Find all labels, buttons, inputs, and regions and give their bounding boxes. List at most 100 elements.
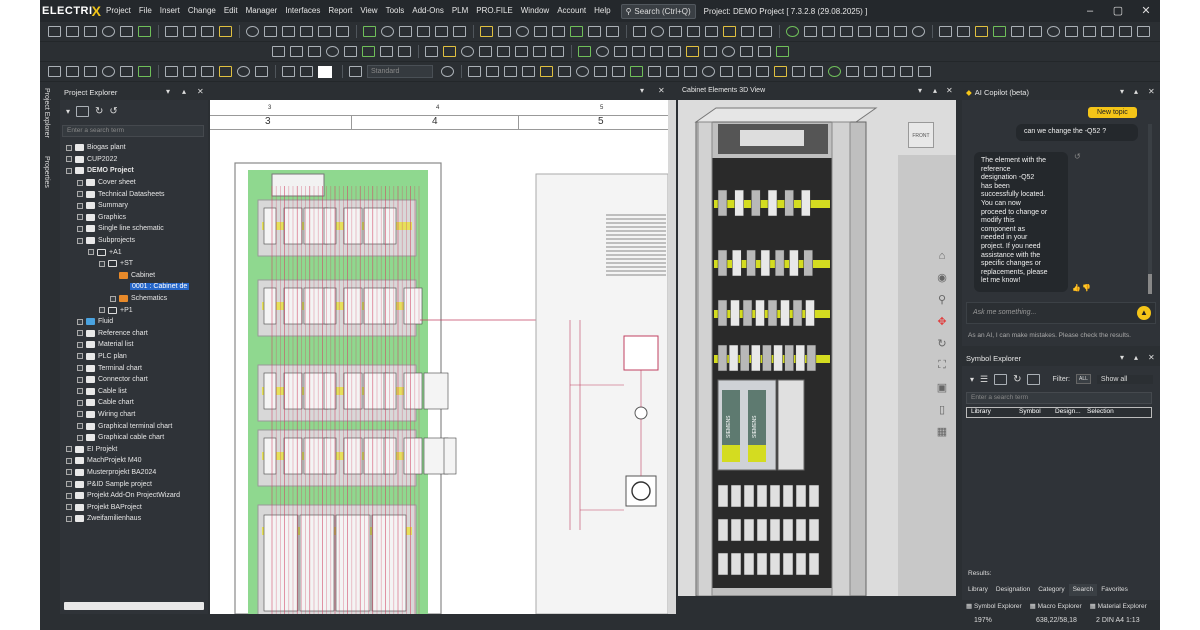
toolbar-tool-icon[interactable] — [822, 26, 835, 37]
tree-item[interactable]: +A1 — [62, 246, 204, 258]
side-tab-project-explorer[interactable]: Project Explorer — [43, 88, 50, 138]
expand-toggle-icon[interactable] — [77, 376, 83, 383]
home-icon[interactable]: ⌂ — [939, 250, 946, 262]
toolbar-tool-icon[interactable] — [551, 46, 564, 57]
toolbar-tool-icon[interactable] — [102, 66, 115, 77]
schematic-canvas[interactable]: 3 4 5 3 4 5 — [210, 100, 676, 614]
thumbs-down-icon[interactable]: 👎 — [1082, 284, 1091, 292]
dropdown-icon[interactable]: ▾ — [1120, 84, 1124, 100]
tree-item[interactable]: Subprojects — [62, 235, 204, 247]
toolbar-tool-icon[interactable] — [540, 66, 553, 77]
toolbar-tool-icon[interactable] — [705, 26, 718, 37]
toolbar-tool-icon[interactable] — [255, 66, 268, 77]
dropdown-arrow-icon[interactable]: ▾ — [970, 375, 974, 384]
tree-item[interactable]: +ST — [62, 258, 204, 270]
toolbar-tool-icon[interactable] — [576, 66, 589, 77]
toolbar-tool-icon[interactable] — [237, 66, 250, 77]
toolbar-tool-icon[interactable] — [666, 66, 679, 77]
layers-icon[interactable]: ▦ — [937, 425, 947, 438]
menu-add-ons[interactable]: Add-Ons — [408, 0, 448, 22]
expand-toggle-icon[interactable] — [66, 481, 72, 488]
tree-item[interactable]: Single line schematic — [62, 223, 204, 235]
expand-toggle-icon[interactable] — [66, 167, 72, 174]
tree-item[interactable]: Schematics — [62, 293, 204, 305]
vertical-scrollbar[interactable] — [668, 100, 676, 614]
tab-favorites[interactable]: Favorites — [1097, 584, 1132, 596]
toolbar-tool-icon[interactable] — [650, 46, 663, 57]
toolbar-tool-icon[interactable] — [435, 26, 448, 37]
expand-toggle-icon[interactable] — [77, 237, 83, 244]
toolbar-tool-icon[interactable] — [219, 26, 232, 37]
tree-item[interactable]: P&ID Sample project — [62, 478, 204, 490]
toolbar-tool-icon[interactable] — [183, 26, 196, 37]
toolbar-tool-icon[interactable] — [516, 26, 529, 37]
menu-help[interactable]: Help — [590, 0, 614, 22]
symbol-search-input[interactable]: Enter a search term — [966, 392, 1152, 404]
close-tab-icon[interactable]: ✕ — [658, 86, 665, 95]
close-panel-icon[interactable]: ✕ — [1148, 350, 1155, 366]
toolbar-tool-icon[interactable] — [723, 26, 736, 37]
tree-item[interactable]: Wiring chart — [62, 409, 204, 421]
refresh-icon[interactable]: ↻ — [1013, 374, 1021, 385]
expand-toggle-icon[interactable] — [77, 388, 83, 395]
thumbs-up-icon[interactable]: 👍 — [1072, 284, 1081, 292]
close-panel-icon[interactable]: ✕ — [197, 84, 204, 100]
toolbar-tool-icon[interactable] — [704, 46, 717, 57]
toolbar-tool-icon[interactable] — [722, 46, 735, 57]
toolbar-tool-icon[interactable] — [912, 26, 925, 37]
cabinet-3d-viewport[interactable]: SIEMENS SIEMENS FRONT ⌂ ◉ ⚲ ✥ ↻ ⛶ ▣ ▯ ▦ — [678, 100, 956, 596]
toolbar-tool-icon[interactable] — [84, 66, 97, 77]
toolbar-tool-icon[interactable] — [686, 46, 699, 57]
toolbar-tool-icon[interactable] — [648, 66, 661, 77]
toolbar-tool-icon[interactable] — [792, 66, 805, 77]
toolbar-tool-icon[interactable] — [614, 46, 627, 57]
toolbar-tool-icon[interactable] — [349, 66, 362, 77]
pin-icon[interactable]: ▴ — [1134, 84, 1138, 100]
rotate-icon[interactable]: ↻ — [937, 337, 946, 350]
toolbar-tool-icon[interactable] — [102, 26, 115, 37]
save-view-icon[interactable]: ▣ — [937, 381, 947, 394]
expand-toggle-icon[interactable] — [66, 446, 72, 453]
expand-toggle-icon[interactable] — [88, 249, 94, 256]
filter-select[interactable]: Show all — [1096, 374, 1153, 384]
toolbar-tool-icon[interactable] — [1137, 26, 1150, 37]
column-header-selection[interactable]: Selection — [1087, 408, 1114, 415]
maximize-icon[interactable]: ▢ — [1104, 0, 1132, 22]
expand-toggle-icon[interactable] — [66, 469, 72, 476]
toolbar-tool-icon[interactable] — [882, 66, 895, 77]
toolbar-tool-icon[interactable] — [399, 26, 412, 37]
toolbar-tool-icon[interactable] — [720, 66, 733, 77]
toolbar-tool-icon[interactable] — [1047, 26, 1060, 37]
toolbar-tool-icon[interactable] — [1119, 26, 1132, 37]
toolbar-tool-icon[interactable] — [398, 46, 411, 57]
expand-toggle-icon[interactable] — [77, 341, 83, 348]
toolbar-tool-icon[interactable] — [165, 26, 178, 37]
toolbar-tool-icon[interactable] — [165, 66, 178, 77]
tree-item[interactable]: Cable chart — [62, 397, 204, 409]
toolbar-tool-icon[interactable] — [894, 26, 907, 37]
fill-color-swatch[interactable] — [318, 65, 332, 78]
toolbar-tool-icon[interactable] — [497, 46, 510, 57]
expand-toggle-icon[interactable] — [99, 307, 105, 314]
project-search-input[interactable]: Enter a search term — [62, 125, 204, 137]
dropdown-arrow-icon[interactable]: ▾ — [66, 107, 70, 116]
toolbar-tool-icon[interactable] — [612, 66, 625, 77]
menu-view[interactable]: View — [356, 0, 381, 22]
toolbar-tool-icon[interactable] — [84, 26, 97, 37]
toolbar-tool-icon[interactable] — [504, 66, 517, 77]
chat-input[interactable]: Ask me something... ▲ — [966, 302, 1156, 324]
toolbar-tool-icon[interactable] — [588, 26, 601, 37]
expand-toggle-icon[interactable] — [66, 504, 72, 511]
tree-item[interactable]: Graphical terminal chart — [62, 420, 204, 432]
toolbar-tool-icon[interactable] — [774, 66, 787, 77]
tree-item[interactable]: 0001 : Cabinet de — [62, 281, 204, 293]
pin-icon[interactable]: ▴ — [1134, 350, 1138, 366]
toolbar-tool-icon[interactable] — [1101, 26, 1114, 37]
dropdown-icon[interactable]: ▾ — [1120, 350, 1124, 366]
toolbar-tool-icon[interactable] — [993, 26, 1006, 37]
minimize-icon[interactable]: – — [1076, 0, 1104, 22]
toolbar-tool-icon[interactable] — [362, 46, 375, 57]
toolbar-tool-icon[interactable] — [684, 66, 697, 77]
toolbar-tool-icon[interactable] — [864, 66, 877, 77]
toolbar-tool-icon[interactable] — [48, 66, 61, 77]
